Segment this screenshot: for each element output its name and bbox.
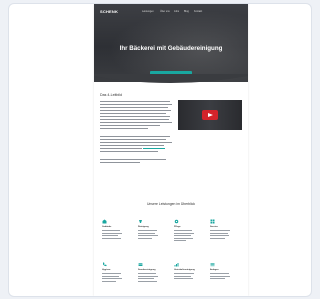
- services-title: Unsere Leistungen im Überblick: [146, 202, 196, 206]
- phone-icon: [103, 262, 107, 267]
- service-name: Hygiene: [102, 269, 111, 271]
- nav-item-5[interactable]: Kontakt: [194, 10, 202, 13]
- service-item-8[interactable]: Anlagen: [210, 262, 240, 296]
- service-item-7[interactable]: Unterhaltsreinigung: [174, 262, 204, 296]
- card-icon: [138, 263, 143, 266]
- top-nav: SCHENK Leistungen Über uns Jobs Blog Kon…: [94, 7, 248, 15]
- video-player[interactable]: [178, 100, 242, 130]
- service-name: Gebäude: [102, 226, 112, 228]
- preview-card: SCHENK Leistungen Über uns Jobs Blog Kon…: [8, 3, 312, 297]
- service-item-2[interactable]: Reinigung: [138, 219, 168, 253]
- service-item-1[interactable]: Gebäude: [102, 219, 132, 253]
- site-logo[interactable]: SCHENK: [100, 9, 118, 14]
- service-name: Service: [210, 226, 218, 228]
- grid-icon: [210, 219, 215, 224]
- service-name: Unterhaltsreinigung: [174, 269, 195, 271]
- hero-wave: [94, 74, 248, 83]
- service-item-4[interactable]: Service: [210, 219, 240, 253]
- service-item-3[interactable]: Pflege: [174, 219, 204, 253]
- broom-icon: [139, 220, 142, 223]
- gear-icon: [174, 219, 179, 224]
- nav-item-4[interactable]: Blog: [184, 10, 189, 13]
- service-name: Reinigung: [138, 226, 149, 228]
- building-icon: [102, 219, 107, 224]
- website-page: SCHENK Leistungen Über uns Jobs Blog Kon…: [94, 4, 248, 296]
- service-name: Anlagen: [210, 269, 219, 271]
- chart-icon: [174, 263, 179, 267]
- nav-item-3[interactable]: Jobs: [174, 10, 179, 13]
- service-name: Pflege: [174, 226, 181, 228]
- hero-banner: SCHENK Leistungen Über uns Jobs Blog Kon…: [94, 4, 248, 82]
- nav-item-1[interactable]: Leistungen: [142, 10, 154, 13]
- hero-title: Ihr Bäckerei mit Gebäudereinigung: [119, 45, 223, 52]
- intro-title: Das 4-Leitbild: [100, 93, 122, 97]
- nav-item-2[interactable]: Über uns: [160, 10, 170, 13]
- play-icon[interactable]: [202, 110, 218, 120]
- list-icon: [210, 263, 215, 267]
- service-item-5[interactable]: Hygiene: [102, 262, 132, 296]
- service-name: Sonderreinigung: [138, 269, 156, 271]
- service-item-6[interactable]: Sonderreinigung: [138, 262, 168, 296]
